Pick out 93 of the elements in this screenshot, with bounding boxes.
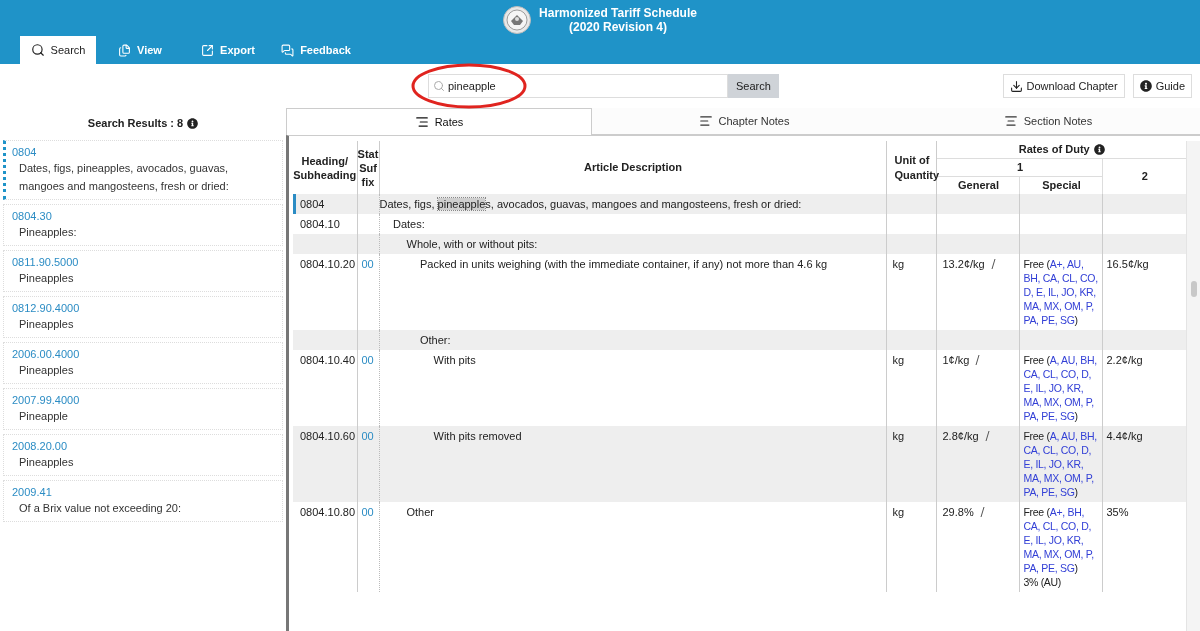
article-description: With pits <box>379 350 887 426</box>
results-heading: Search Results : 8 <box>87 115 184 131</box>
table-cell: 0804.10 <box>293 214 357 234</box>
article-description: With pits removed <box>379 426 887 502</box>
guide-button[interactable]: Guide <box>1132 74 1192 98</box>
table-cell: 0804.10.20 <box>293 254 357 330</box>
special-rate: Free (A, AU, BH, CA, CL, CO, D, E, IL, JO, KR, MA, MX, OM, P, PA, PE, SG) <box>1020 350 1103 426</box>
result-code[interactable]: 0811.90.5000 <box>12 255 274 269</box>
special-rate: Free (A+, BH, CA, CL, CO, D, E, IL, JO, KR, MA, MX, OM, P, PA, PE, SG) 3% (AU) <box>1020 502 1103 592</box>
table-cell: 13.2¢/kg <box>937 254 1020 330</box>
app-title: Harmonized Tariff Schedule <box>539 6 697 20</box>
result-code[interactable]: 0804.30 <box>12 209 274 223</box>
table-cell: 4.4¢/kg <box>1103 426 1186 502</box>
info-icon <box>1139 80 1152 92</box>
table-cell: 2.2¢/kg <box>1103 350 1186 426</box>
result-code[interactable]: 2009.41 <box>12 485 274 499</box>
table-cell <box>357 194 379 214</box>
table-cell: kg <box>887 350 937 426</box>
lines-icon <box>1003 114 1018 128</box>
result-description: Pineapples: <box>18 225 78 240</box>
table-cell: 0804.10.80 <box>293 502 357 592</box>
search-field[interactable]: pineapple <box>428 74 728 98</box>
seal-logo <box>503 6 532 34</box>
article-description: Whole, with or without pits: <box>379 234 887 254</box>
result-item[interactable]: 0804.30 Pineapples: <box>3 204 283 246</box>
search-icon <box>30 43 45 57</box>
download-icon <box>1009 79 1023 93</box>
result-code[interactable]: 0812.90.4000 <box>12 301 274 315</box>
download-button[interactable]: Download Chapter <box>1002 74 1125 98</box>
result-description: Pineapple <box>18 409 69 424</box>
table-cell: 2.8¢/kg <box>937 426 1020 502</box>
table-cell: kg <box>887 426 937 502</box>
search-icon <box>433 80 445 92</box>
table-cell <box>887 214 937 234</box>
table-cell: 35% <box>1103 502 1186 592</box>
chat-icon <box>281 43 295 57</box>
content-tab[interactable]: Rates <box>286 108 592 135</box>
article-description: Other: <box>379 330 887 350</box>
result-code[interactable]: 2008.20.00 <box>12 439 274 453</box>
result-code[interactable]: 2007.99.4000 <box>12 393 274 407</box>
table-cell: 0804 <box>293 194 357 214</box>
result-code[interactable]: 0804 <box>12 145 274 159</box>
table-cell: 29.8% <box>937 502 1020 592</box>
result-item[interactable]: 0812.90.4000 Pineapples <box>3 296 283 338</box>
result-description: Dates, figs, pineapples, avocados, guavas, mangoes and mangosteens, fresh or dried: <box>18 161 230 194</box>
result-item[interactable]: 2009.41 Of a Brix value not exceeding 20: <box>3 480 283 522</box>
result-item[interactable]: 2006.00.4000 Pineapples <box>3 342 283 384</box>
table-cell: 0804.10.60 <box>293 426 357 502</box>
article-description: Packed in units weighing (with the immediate container, if any) not more than 4.6 kg <box>379 254 887 330</box>
special-rate: Free (A, AU, BH, CA, CL, CO, D, E, IL, JO, KR, MA, MX, OM, P, PA, PE, SG) <box>1020 426 1103 502</box>
footnote-icon[interactable] <box>984 431 990 441</box>
table-cell <box>357 214 379 234</box>
search-button[interactable]: Search <box>728 74 779 98</box>
stat-suffix-link[interactable]: 00 <box>357 502 379 592</box>
result-item[interactable]: 2008.20.00 Pineapples <box>3 434 283 476</box>
footnote-icon[interactable] <box>975 355 981 365</box>
table-cell <box>357 234 379 254</box>
table-cell: kg <box>887 502 937 592</box>
result-item[interactable]: 0811.90.5000 Pineapples <box>3 250 283 292</box>
info-icon <box>1093 143 1105 155</box>
export-icon <box>201 43 215 57</box>
footnote-icon[interactable] <box>979 507 985 517</box>
column-header: Rates of Duty <box>1018 142 1090 157</box>
result-code[interactable]: 2006.00.4000 <box>12 347 274 361</box>
result-description: Of a Brix value not exceeding 20: <box>18 501 183 516</box>
result-description: Pineapples <box>18 363 75 378</box>
lines-icon <box>414 115 429 129</box>
article-description: Dates, figs, pineapples, avocados, guavas, mangoes and mangosteens, fresh or dried: <box>379 194 887 214</box>
table-cell: 1¢/kg <box>937 350 1020 426</box>
nav-tab[interactable]: Search <box>20 36 96 64</box>
special-rate: Free (A+, AU, BH, CA, CL, CO, D, E, IL, JO, KR, MA, MX, OM, P, PA, PE, SG) <box>1020 254 1103 330</box>
result-item[interactable]: 0804 Dates, figs, pineapples, avocados, guavas, mangoes and mangosteens, fresh or dried: <box>3 140 283 200</box>
result-description: Pineapples <box>18 317 75 332</box>
lines-icon <box>698 114 713 128</box>
table-cell <box>357 330 379 350</box>
stat-suffix-link[interactable]: 00 <box>357 350 379 426</box>
result-description: Pineapples <box>18 271 75 286</box>
table-cell <box>887 194 937 214</box>
result-description: Pineapples <box>18 455 75 470</box>
article-description: Other <box>379 502 887 592</box>
table-cell <box>887 234 937 254</box>
scrollbar[interactable] <box>1186 141 1200 631</box>
footnote-icon[interactable] <box>990 259 996 269</box>
table-cell: kg <box>887 254 937 330</box>
info-icon <box>187 117 199 129</box>
app-title: (2020 Revision 4) <box>568 20 667 34</box>
stat-suffix-link[interactable]: 00 <box>357 254 379 330</box>
table-cell <box>887 330 937 350</box>
article-description: Dates: <box>379 214 887 234</box>
table-cell: 0804.10.40 <box>293 350 357 426</box>
table-cell: 16.5¢/kg <box>1103 254 1186 330</box>
documents-icon <box>118 43 132 57</box>
result-item[interactable]: 2007.99.4000 Pineapple <box>3 388 283 430</box>
